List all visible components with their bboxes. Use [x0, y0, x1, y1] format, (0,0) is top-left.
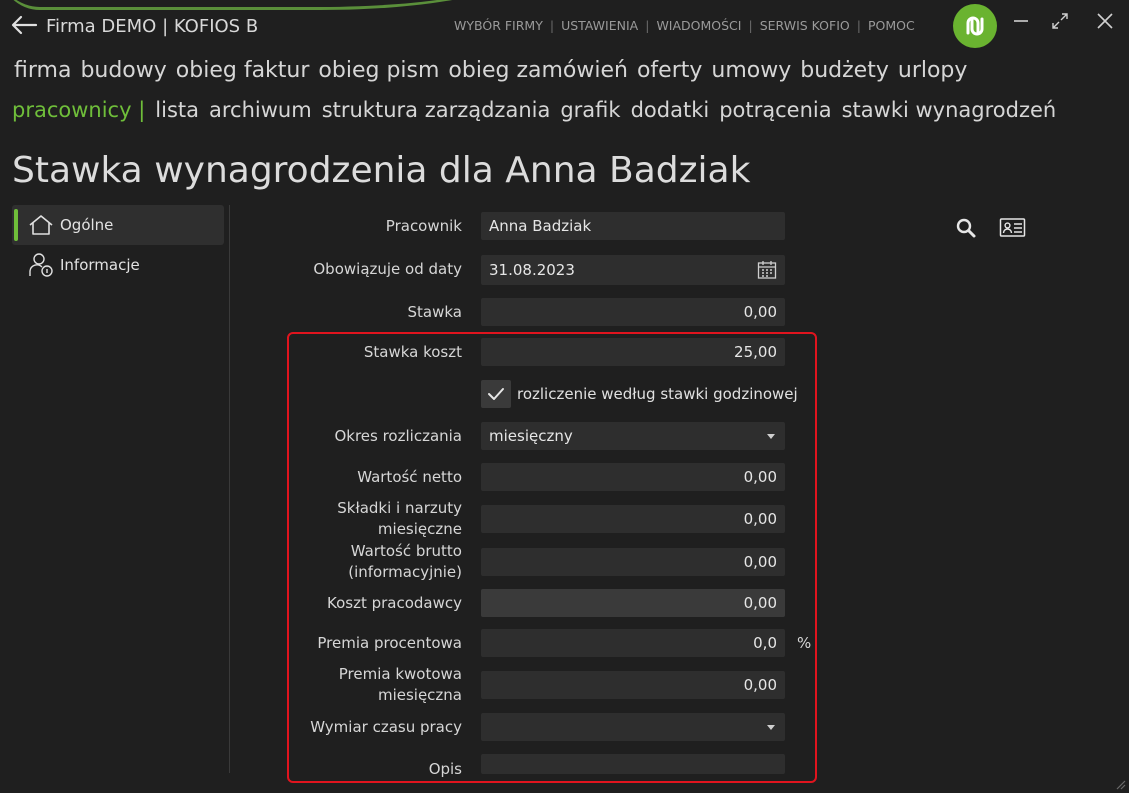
checkmark-icon [488, 388, 504, 400]
nav-separator: | [549, 18, 555, 33]
pracownik-field[interactable]: Anna Badziak [481, 212, 785, 240]
close-icon[interactable] [1094, 10, 1116, 32]
sidebar-item-ogolne[interactable]: Ogólne [12, 205, 224, 245]
wymiar-label: Wymiar czasu pracy [310, 718, 462, 736]
brutto-label-line1: Wartość brutto [350, 542, 462, 560]
menu-urlopy[interactable]: urlopy [898, 58, 968, 83]
godzinowa-checkbox-row: rozliczenie według stawki godzinowej [481, 380, 798, 408]
menu-obieg-zamowien[interactable]: obieg zamówień [448, 58, 628, 83]
dropdown-caret-icon [767, 434, 775, 439]
home-icon [29, 215, 53, 235]
stawka-field[interactable]: 0,00 [481, 298, 785, 326]
okres-label: Okres rozliczania [334, 427, 462, 445]
dropdown-caret-icon [767, 725, 775, 730]
nav-separator: | [645, 18, 650, 33]
opis-label: Opis [428, 760, 462, 778]
premia-procentowa-field[interactable]: 0,0 [481, 629, 785, 657]
okres-select[interactable]: miesięczny [481, 422, 785, 450]
netto-field[interactable]: 0,00 [481, 463, 785, 491]
submenu-dodatki[interactable]: dodatki [631, 98, 710, 122]
sidebar-item-label: Informacje [60, 256, 140, 274]
menu-oferty[interactable]: oferty [637, 58, 702, 83]
sidebar-divider [229, 205, 230, 773]
submenu-archiwum[interactable]: archiwum [209, 98, 312, 122]
premia-kwotowa-field[interactable]: 0,00 [481, 671, 785, 699]
data-label: Obowiązuje od daty [313, 260, 462, 278]
submenu-stawki-wynagrodzen[interactable]: stawki wynagrodzeń [842, 98, 1057, 122]
sidebar-item-informacje[interactable]: Informacje [12, 245, 224, 285]
id-card-icon[interactable] [999, 217, 1026, 239]
godzinowa-checkbox[interactable] [481, 380, 511, 408]
top-nav: WYBÓR FIRMY | USTAWIENIA | WIADOMOŚCI | … [454, 18, 915, 33]
calendar-icon[interactable] [757, 260, 777, 280]
kofio-logo-icon[interactable] [953, 4, 997, 48]
stawka-label: Stawka [407, 303, 462, 321]
submenu-struktura-zarzadzania[interactable]: struktura zarządzania [322, 98, 551, 122]
submenu-potracenia[interactable]: potrącenia [719, 98, 831, 122]
nav-wybor-firmy[interactable]: WYBÓR FIRMY [454, 18, 543, 33]
okres-value: miesięczny [489, 427, 573, 445]
stawka-koszt-label: Stawka koszt [363, 343, 462, 361]
godzinowa-label[interactable]: rozliczenie według stawki godzinowej [517, 385, 798, 403]
nav-separator: | [856, 18, 861, 33]
back-arrow-icon[interactable] [10, 14, 38, 36]
stawka-koszt-field[interactable]: 25,00 [481, 338, 785, 366]
date-field[interactable]: 31.08.2023 [481, 255, 785, 285]
maximize-icon[interactable] [1049, 10, 1071, 32]
nav-serwis-kofio[interactable]: SERWIS KOFIO [760, 18, 850, 33]
sidebar-item-label: Ogólne [60, 216, 114, 234]
brutto-label-line2: (informacyjnie) [348, 563, 462, 581]
user-info-icon [29, 253, 53, 277]
top-bar: Firma DEMO | KOFIOS B WYBÓR FIRMY | USTA… [0, 0, 1129, 52]
brutto-field[interactable]: 0,00 [481, 548, 785, 576]
premia-procentowa-label: Premia procentowa [317, 634, 462, 652]
menu-obieg-faktur[interactable]: obieg faktur [176, 58, 310, 83]
percent-unit: % [797, 634, 812, 652]
premia-kwotowa-label-line2: miesięczna [377, 686, 462, 704]
resize-grip-icon[interactable] [1115, 779, 1127, 791]
submenu-lista[interactable]: lista [155, 98, 199, 122]
skladki-label-line2: miesięczne [377, 520, 462, 538]
search-icon[interactable] [955, 217, 977, 239]
premia-kwotowa-label-line1: Premia kwotowa [338, 665, 462, 683]
nav-pomoc[interactable]: POMOC [868, 18, 915, 33]
date-value: 31.08.2023 [489, 261, 575, 279]
accent-curve [0, 0, 520, 10]
menu-firma[interactable]: firma [14, 58, 71, 83]
menu-obieg-pism[interactable]: obieg pism [318, 58, 439, 83]
opis-field[interactable] [481, 754, 785, 774]
nav-wiadomosci[interactable]: WIADOMOŚCI [656, 18, 741, 33]
menu-budowy[interactable]: budowy [80, 58, 166, 83]
koszt-label: Koszt pracodawcy [326, 594, 462, 612]
netto-label: Wartość netto [357, 468, 462, 486]
nav-separator: | [748, 18, 753, 33]
menu-budzety[interactable]: budżety [800, 58, 889, 83]
page-title: Stawka wynagrodzenia dla Anna Badziak [12, 150, 751, 191]
sidebar: Ogólne Informacje [12, 205, 224, 285]
secondary-menu: pracownicy | lista archiwum struktura za… [12, 98, 1056, 122]
app-title: Firma DEMO | KOFIOS B [46, 16, 259, 37]
skladki-label-line1: Składki i narzuty [337, 499, 462, 517]
nav-ustawienia[interactable]: USTAWIENIA [561, 18, 638, 33]
minimize-icon[interactable] [1010, 10, 1032, 32]
skladki-field[interactable]: 0,00 [481, 505, 785, 533]
koszt-pracodawcy-field: 0,00 [481, 589, 785, 617]
menu-umowy[interactable]: umowy [711, 58, 791, 83]
menu-pracownicy[interactable]: pracownicy | [12, 98, 145, 122]
submenu-grafik[interactable]: grafik [560, 98, 620, 122]
wymiar-select[interactable] [481, 713, 785, 741]
primary-menu: firma budowy obieg faktur obieg pism obi… [14, 58, 967, 83]
pracownik-label: Pracownik [385, 217, 462, 235]
